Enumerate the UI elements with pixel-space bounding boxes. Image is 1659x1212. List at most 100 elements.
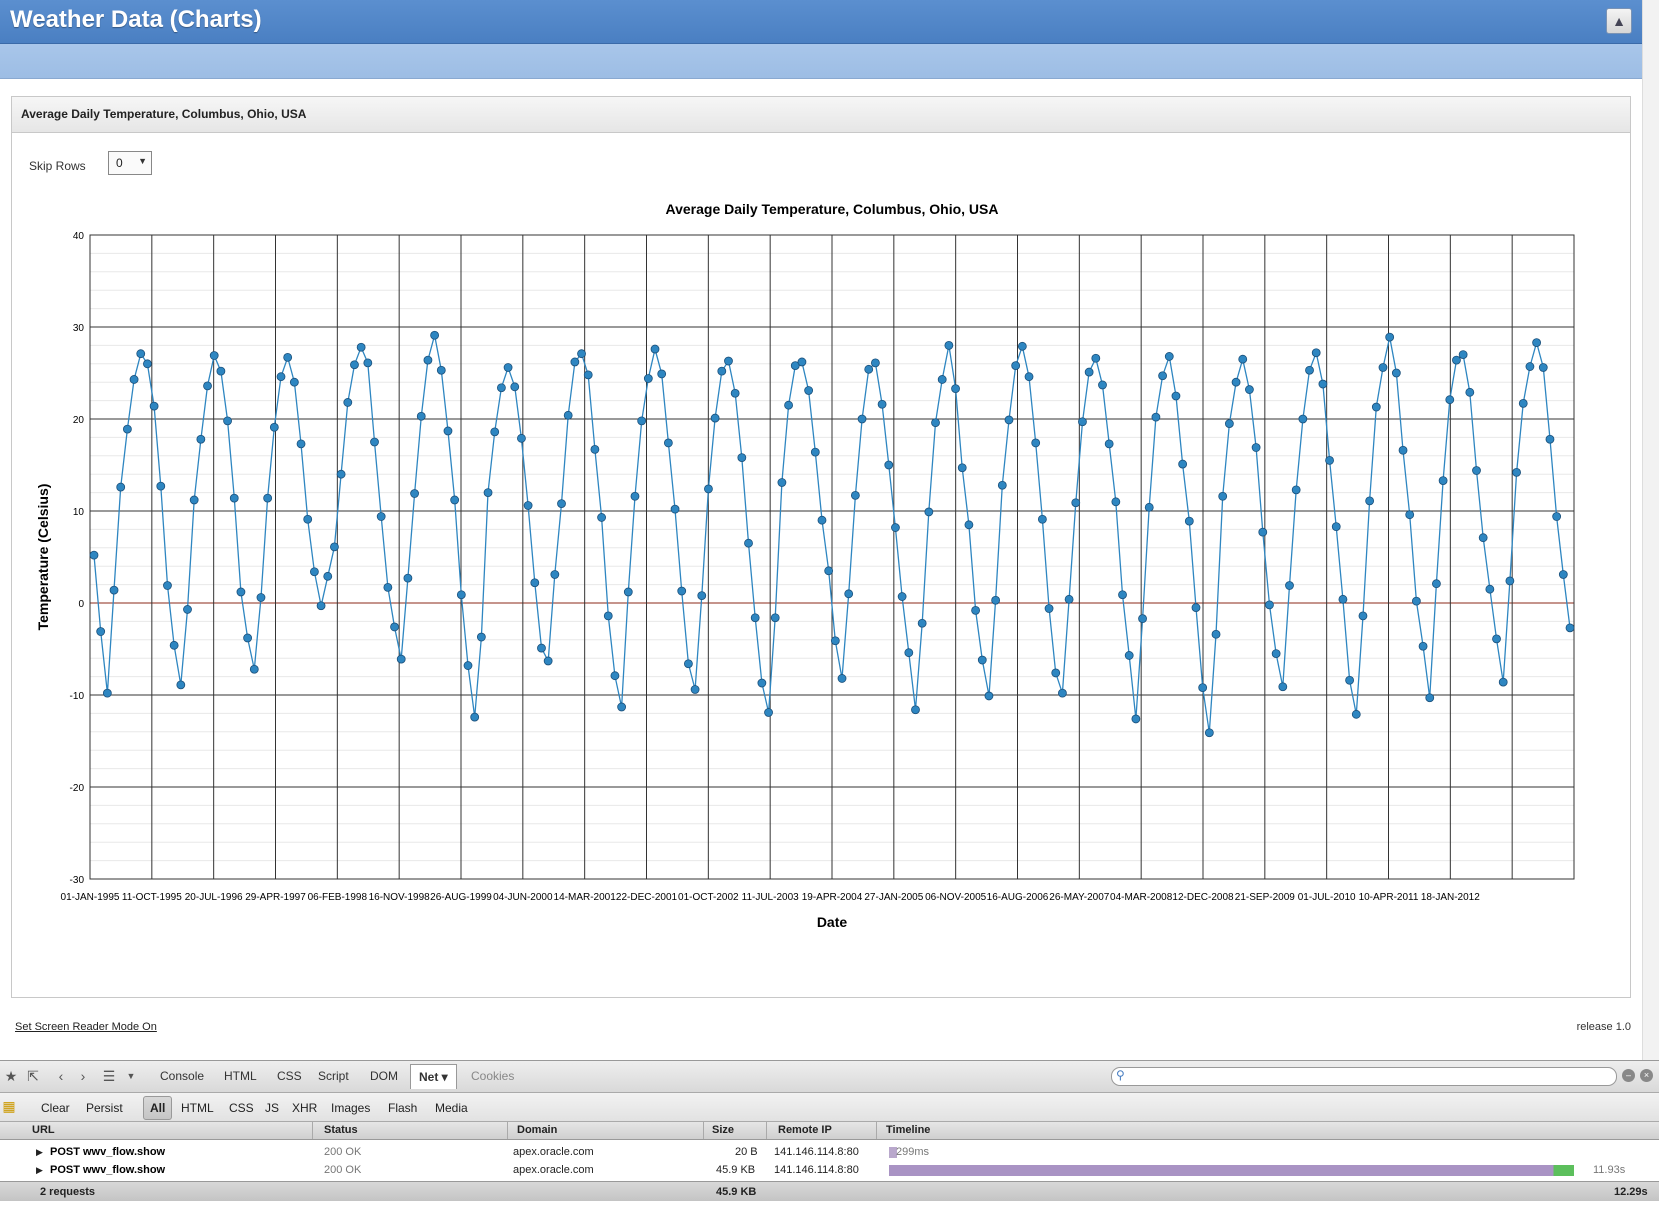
page-scrollbar[interactable] xyxy=(1642,0,1659,1060)
tab-css[interactable]: CSS xyxy=(277,1069,302,1083)
data-point xyxy=(1118,590,1127,600)
x-tick-label: 18-JAN-2012 xyxy=(1421,892,1480,903)
tab-console[interactable]: Console xyxy=(160,1069,204,1083)
filter-xhr[interactable]: XHR xyxy=(292,1101,317,1115)
data-point xyxy=(1525,362,1535,371)
data-point xyxy=(657,369,667,379)
firebug-icon[interactable]: ★ xyxy=(2,1067,20,1085)
filter-css[interactable]: CSS xyxy=(229,1101,254,1115)
data-point xyxy=(1265,600,1274,610)
request-url[interactable]: POST wwv_flow.show xyxy=(50,1146,165,1158)
table-row[interactable]: ▶ POST wwv_flow.show 200 OK apex.oracle.… xyxy=(0,1161,1659,1179)
data-point xyxy=(750,613,760,623)
col-remote-ip[interactable]: Remote IP xyxy=(778,1124,832,1136)
tab-net[interactable]: Net ▾ xyxy=(410,1064,457,1089)
data-point xyxy=(1492,634,1501,644)
data-point xyxy=(1017,341,1027,351)
y-tick-label: -30 xyxy=(70,875,85,886)
menu-icon[interactable]: ☰ xyxy=(100,1067,118,1085)
filter-all[interactable]: All xyxy=(143,1096,173,1120)
data-point xyxy=(169,640,179,650)
data-point xyxy=(1552,512,1562,521)
expand-icon[interactable]: ▶ xyxy=(36,1147,43,1158)
data-point xyxy=(1158,371,1167,381)
persist-button[interactable]: Persist xyxy=(86,1101,123,1115)
forward-icon[interactable]: › xyxy=(74,1067,92,1085)
request-url[interactable]: POST wwv_flow.show xyxy=(50,1164,165,1176)
data-point xyxy=(617,702,627,712)
data-point xyxy=(1004,415,1014,425)
menu-chevron-icon[interactable]: ▼ xyxy=(122,1067,140,1085)
data-point xyxy=(503,363,513,372)
data-point xyxy=(1278,682,1288,692)
data-point xyxy=(1124,651,1134,660)
table-row[interactable]: ▶ POST wwv_flow.show 200 OK apex.oracle.… xyxy=(0,1143,1659,1161)
col-status[interactable]: Status xyxy=(324,1124,358,1136)
data-point xyxy=(1418,641,1428,651)
filter-media[interactable]: Media xyxy=(435,1101,468,1115)
data-point xyxy=(977,655,987,665)
filter-js[interactable]: JS xyxy=(265,1101,279,1115)
data-point xyxy=(1051,668,1061,678)
filter-html[interactable]: HTML xyxy=(181,1101,214,1115)
data-point xyxy=(1238,354,1248,364)
data-point xyxy=(650,344,660,354)
col-domain[interactable]: Domain xyxy=(517,1124,557,1136)
data-point xyxy=(216,366,226,376)
clear-button[interactable]: Clear xyxy=(41,1101,70,1115)
data-point xyxy=(1371,402,1381,412)
data-point xyxy=(249,664,259,674)
col-timeline[interactable]: Timeline xyxy=(886,1124,930,1136)
request-count: 2 requests xyxy=(40,1186,96,1198)
data-point xyxy=(737,453,747,463)
tab-script[interactable]: Script xyxy=(318,1069,349,1083)
data-point xyxy=(810,447,820,457)
data-point xyxy=(597,513,606,522)
x-tick-label: 19-APR-2004 xyxy=(802,892,863,903)
data-point xyxy=(931,418,940,428)
data-point xyxy=(663,438,673,448)
expand-icon[interactable]: ▶ xyxy=(36,1165,43,1176)
data-point xyxy=(1505,576,1515,586)
data-point xyxy=(637,416,647,426)
inspect-icon[interactable]: ⇱ xyxy=(24,1067,42,1085)
skip-rows-select[interactable]: 0 ▼ xyxy=(108,151,152,175)
minimize-icon[interactable]: – xyxy=(1622,1069,1635,1082)
data-point xyxy=(1452,355,1461,365)
filter-flash[interactable]: Flash xyxy=(388,1101,417,1115)
close-icon[interactable]: × xyxy=(1640,1069,1653,1082)
data-point xyxy=(336,469,346,479)
data-point xyxy=(517,433,526,443)
tab-dom[interactable]: DOM xyxy=(370,1069,398,1083)
data-point xyxy=(1031,438,1041,448)
data-point xyxy=(891,523,900,532)
data-point xyxy=(296,439,306,449)
data-point xyxy=(817,515,827,525)
screen-reader-link[interactable]: Set Screen Reader Mode On xyxy=(15,1021,157,1033)
data-point xyxy=(670,504,680,514)
data-point xyxy=(1164,352,1174,361)
data-point xyxy=(677,586,687,596)
data-point xyxy=(523,501,533,510)
data-point xyxy=(1318,379,1328,389)
data-point xyxy=(871,358,880,368)
data-point xyxy=(1478,533,1488,543)
col-size[interactable]: Size xyxy=(712,1124,734,1136)
tab-cookies[interactable]: Cookies xyxy=(471,1069,514,1083)
data-point xyxy=(1331,522,1341,532)
firebug-search-input[interactable]: ⚲ xyxy=(1111,1067,1617,1086)
x-tick-label: 29-APR-1997 xyxy=(245,892,306,903)
user-icon[interactable]: ▲ xyxy=(1606,8,1632,34)
x-tick-label: 11-JUL-2003 xyxy=(742,892,800,903)
data-point xyxy=(777,478,787,487)
data-point xyxy=(1245,385,1254,394)
x-axis-title: Date xyxy=(817,914,848,930)
back-icon[interactable]: ‹ xyxy=(52,1067,70,1085)
data-point xyxy=(89,550,99,560)
tab-html[interactable]: HTML xyxy=(224,1069,257,1083)
x-tick-label: 01-JUL-2010 xyxy=(1298,892,1356,903)
filter-images[interactable]: Images xyxy=(331,1101,370,1115)
col-url[interactable]: URL xyxy=(32,1124,55,1136)
data-point xyxy=(1258,527,1268,537)
data-point xyxy=(436,365,446,375)
